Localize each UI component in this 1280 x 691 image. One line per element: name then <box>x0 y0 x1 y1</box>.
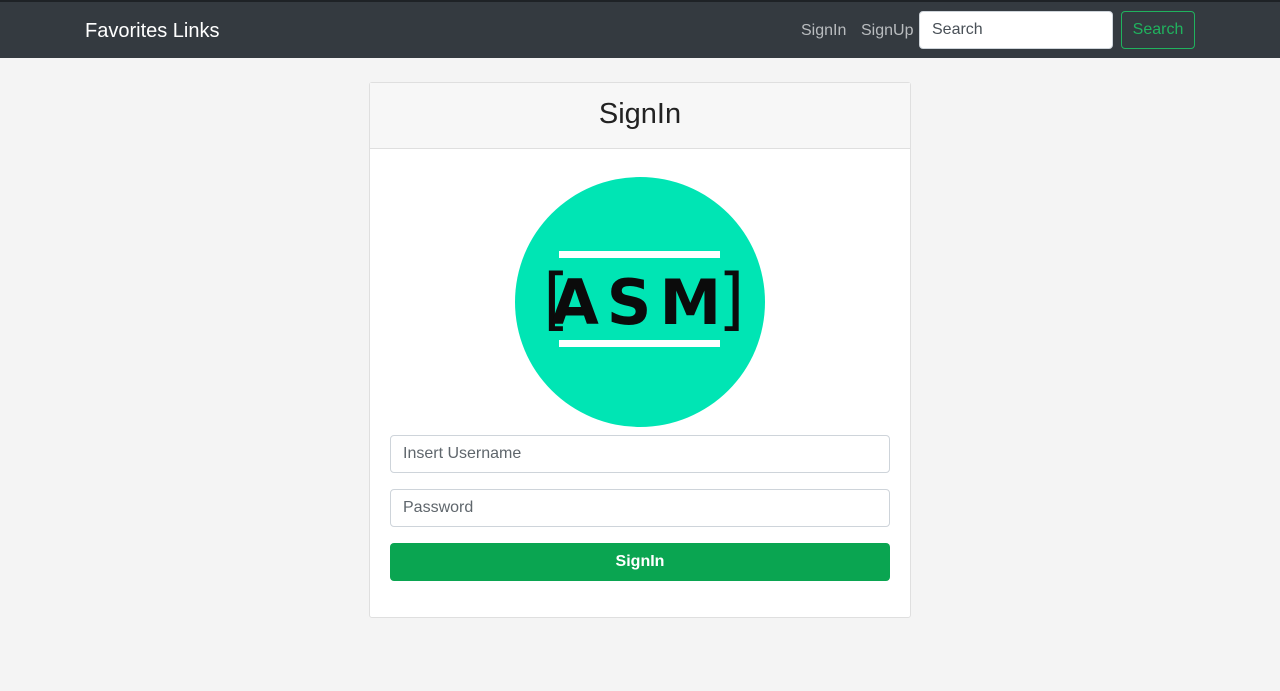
logo-top-bar <box>559 251 720 258</box>
logo-bottom-bar <box>559 340 720 347</box>
password-field[interactable] <box>390 489 890 527</box>
signin-card: SignIn [ ASM ] SignIn <box>369 82 911 618</box>
signin-button[interactable]: SignIn <box>390 543 890 581</box>
navbar: Favorites Links SignIn SignUp Search <box>0 2 1280 58</box>
card-title: SignIn <box>598 98 682 130</box>
nav-link-signin[interactable]: SignIn <box>801 21 846 41</box>
nav-link-signup[interactable]: SignUp <box>861 21 913 41</box>
logo-text: ASM <box>551 266 729 339</box>
logo-right-bracket: ] <box>718 260 745 339</box>
card-header: SignIn <box>370 83 910 149</box>
username-field[interactable] <box>390 435 890 473</box>
brand-link[interactable]: Favorites Links <box>85 19 220 43</box>
search-button[interactable]: Search <box>1121 11 1195 49</box>
search-input[interactable] <box>919 11 1113 49</box>
asm-logo: [ ASM ] <box>515 177 765 427</box>
